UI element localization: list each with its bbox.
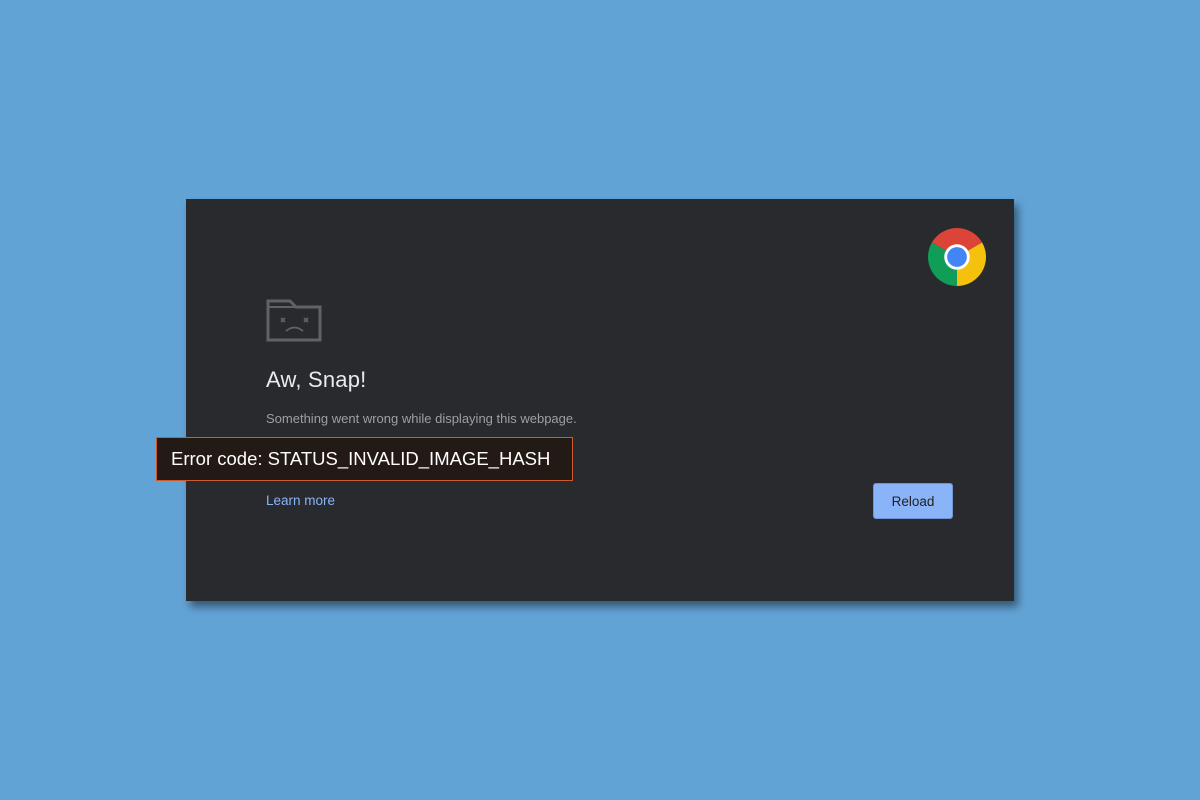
chrome-logo-icon	[928, 228, 986, 286]
learn-more-link[interactable]: Learn more	[266, 493, 335, 508]
error-message: Something went wrong while displaying th…	[266, 411, 577, 426]
sad-tab-icon	[266, 299, 322, 342]
reload-button[interactable]: Reload	[873, 483, 953, 519]
page-title: Aw, Snap!	[266, 367, 367, 392]
error-page-panel: Aw, Snap! Something went wrong while dis…	[186, 199, 1014, 601]
error-code-label: Error code: STATUS_INVALID_IMAGE_HASH	[156, 437, 573, 481]
